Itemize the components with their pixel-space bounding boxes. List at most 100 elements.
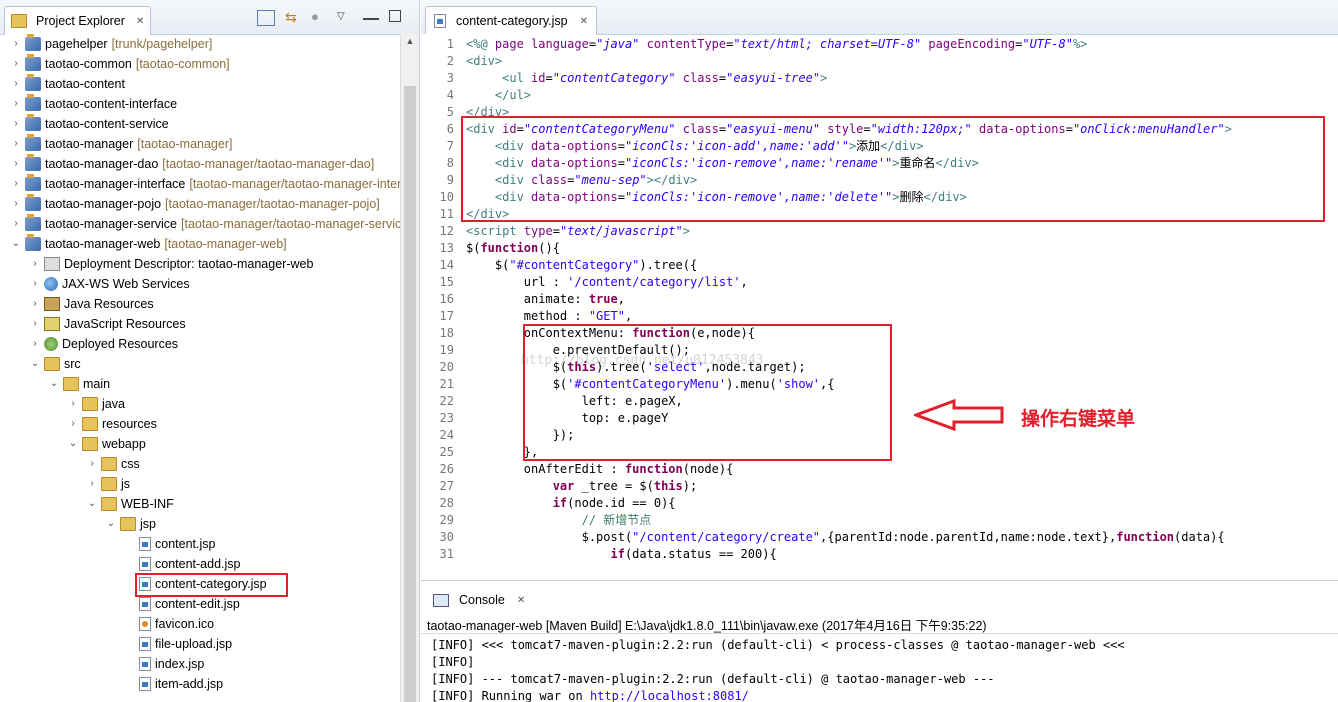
code-line: left: e.pageX,	[466, 393, 683, 410]
expand-arrow-icon[interactable]: ›	[10, 34, 22, 54]
explorer-scrollbar[interactable]: ▲	[400, 34, 419, 702]
expand-arrow-icon[interactable]: ›	[10, 94, 22, 114]
tree-item[interactable]: › resources	[67, 414, 157, 434]
tab-project-explorer[interactable]: Project Explorer ✕	[4, 6, 152, 35]
tree-item[interactable]: › taotao-content-interface	[10, 94, 177, 114]
explorer-toolbar: ⇆ ● ▽	[257, 10, 401, 26]
tree-item[interactable]: › taotao-common [taotao-common]	[10, 54, 230, 74]
expand-arrow-icon[interactable]: ›	[86, 474, 98, 494]
code-token: "text/html; charset=UTF-8"	[733, 37, 922, 51]
code-line: onContextMenu: function(e,node){	[466, 325, 755, 342]
tree-item[interactable]: ⌄ webapp	[67, 434, 146, 454]
tree-item[interactable]: › JavaScript Resources	[29, 314, 186, 334]
tab-console[interactable]: Console ✕	[425, 587, 533, 613]
expand-arrow-icon[interactable]: ⌄	[29, 354, 41, 374]
tree-item-label: taotao-manager-service	[45, 217, 178, 231]
tree-item[interactable]: › java	[67, 394, 125, 414]
code-token: id	[531, 71, 546, 85]
expand-arrow-icon[interactable]: ›	[10, 134, 22, 154]
minimize-icon[interactable]	[363, 10, 379, 20]
code-token: method :	[466, 309, 589, 323]
tree-item[interactable]: › taotao-content	[10, 74, 125, 94]
expand-arrow-icon[interactable]: ›	[10, 74, 22, 94]
expand-arrow-icon[interactable]: ›	[29, 274, 41, 294]
tree-item[interactable]: index.jsp	[124, 654, 204, 674]
console-tabbar: Console ✕	[421, 581, 1338, 613]
tree-item[interactable]: › taotao-manager-interface [taotao-manager…	[10, 174, 401, 194]
console-link[interactable]: http://localhost:8081/	[590, 689, 749, 702]
tree-item-decoration: [taotao-manager/taotao-manager-interface…	[189, 177, 401, 191]
close-icon[interactable]: ✕	[580, 16, 588, 27]
expand-arrow-icon[interactable]: ›	[29, 254, 41, 274]
code-token: ).tree(	[596, 360, 647, 374]
project-icon	[25, 174, 41, 191]
tree-item[interactable]: ⌄ jsp	[105, 514, 156, 534]
tree-item-label: JAX-WS Web Services	[62, 277, 190, 291]
expand-arrow-icon[interactable]: ⌄	[48, 374, 60, 394]
filter-icon[interactable]: ●	[311, 10, 327, 24]
expand-arrow-icon[interactable]: ⌄	[105, 514, 117, 534]
maximize-icon[interactable]	[389, 10, 401, 22]
code-token: $(	[466, 241, 481, 255]
tree-item[interactable]: › taotao-manager [taotao-manager]	[10, 134, 232, 154]
tree-item-label: taotao-content-interface	[45, 97, 178, 111]
expand-arrow-icon[interactable]: ›	[29, 294, 41, 314]
expand-arrow-icon[interactable]: ›	[10, 194, 22, 214]
tree-item[interactable]: file-upload.jsp	[124, 634, 232, 654]
collapse-all-icon[interactable]	[257, 10, 275, 26]
scrollbar-thumb[interactable]	[404, 86, 416, 702]
close-icon[interactable]: ✕	[517, 595, 525, 606]
tree-item[interactable]: item-add.jsp	[124, 674, 223, 694]
expand-arrow-icon[interactable]: ›	[10, 54, 22, 74]
tree-item[interactable]: ⌄ main	[48, 374, 110, 394]
tree-item[interactable]: ⌄ WEB-INF	[86, 494, 174, 514]
expand-arrow-icon[interactable]: ›	[10, 114, 22, 134]
expand-arrow-icon[interactable]: ⌄	[86, 494, 98, 514]
close-icon[interactable]: ✕	[136, 16, 144, 27]
code-line: <div id="contentCategoryMenu" class="eas…	[466, 121, 1232, 138]
tree-item[interactable]: › taotao-manager-service [taotao-manager/t…	[10, 214, 401, 234]
tree-item[interactable]: › Java Resources	[29, 294, 154, 314]
tree-item[interactable]: › pagehelper [trunk/pagehelper]	[10, 34, 212, 54]
tree-item[interactable]: › taotao-content-service	[10, 114, 169, 134]
tree-item[interactable]: › taotao-manager-dao [taotao-manager/taota…	[10, 154, 374, 174]
expand-arrow-icon[interactable]: ›	[67, 394, 79, 414]
expand-arrow-icon[interactable]: ›	[29, 314, 41, 334]
expand-arrow-icon[interactable]: ⌄	[10, 234, 22, 254]
tree-item[interactable]: › Deployment Descriptor: taotao-manager-w…	[29, 254, 313, 274]
tree-item[interactable]: ⌄ taotao-manager-web [taotao-manager-web]	[10, 234, 287, 254]
tree-item[interactable]: › taotao-manager-pojo [taotao-manager/taot…	[10, 194, 380, 214]
expand-arrow-icon[interactable]: ›	[29, 334, 41, 354]
console-view: Console ✕ taotao-manager-web [Maven Buil…	[421, 580, 1338, 702]
view-menu-icon[interactable]: ▽	[337, 10, 353, 24]
tree-item[interactable]: ⌄ src	[29, 354, 81, 374]
tree-item-label: pagehelper	[45, 37, 108, 51]
expand-arrow-icon[interactable]: ›	[10, 214, 22, 234]
expand-arrow-icon[interactable]: ›	[67, 414, 79, 434]
tree-item[interactable]: › js	[86, 474, 130, 494]
tree-item-label: css	[121, 457, 140, 471]
deployed-resources-icon	[44, 337, 58, 351]
tree-item[interactable]: content.jsp	[124, 534, 215, 554]
scroll-up-icon[interactable]: ▲	[401, 36, 419, 46]
code-token: <script	[466, 224, 524, 238]
link-with-editor-icon[interactable]: ⇆	[285, 10, 301, 24]
tree-item[interactable]: content-edit.jsp	[124, 594, 240, 614]
code-token: ,node.target);	[704, 360, 806, 374]
code-token: "contentCategoryMenu"	[523, 122, 676, 136]
code-token: if	[552, 496, 568, 510]
tree-item[interactable]: favicon.ico	[124, 614, 214, 634]
code-editor[interactable]: 1 2 3 4 5 6 7 8 9 10 11 12 13 14 15 16 17 18 19 20 21 22 23 24 2…	[421, 34, 1338, 580]
expand-arrow-icon[interactable]: ⌄	[67, 434, 79, 454]
tree-item[interactable]: › Deployed Resources	[29, 334, 178, 354]
tab-content-category-jsp[interactable]: content-category.jsp ✕	[425, 6, 598, 35]
tree-item[interactable]: › JAX-WS Web Services	[29, 274, 190, 294]
expand-arrow-icon[interactable]: ›	[86, 454, 98, 474]
folder-icon	[44, 357, 60, 371]
tree-item[interactable]: content-add.jsp	[124, 554, 240, 574]
tree-item[interactable]: › css	[86, 454, 140, 474]
expand-arrow-icon[interactable]: ›	[10, 154, 22, 174]
expand-arrow-icon[interactable]: ›	[10, 174, 22, 194]
